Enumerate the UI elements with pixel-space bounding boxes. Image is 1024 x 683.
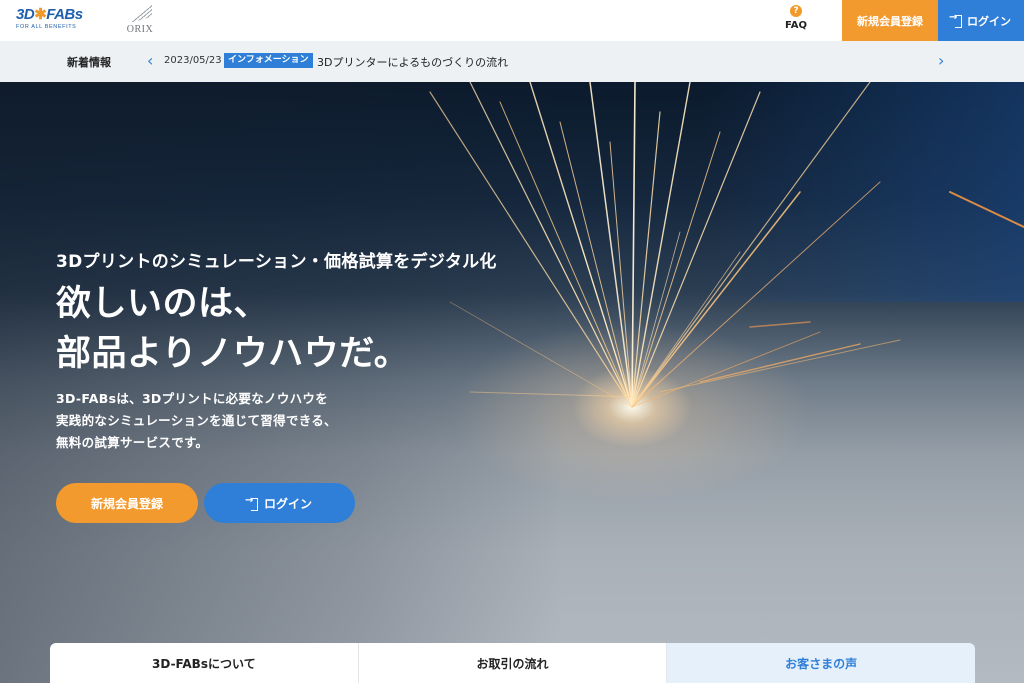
- login-icon: [245, 495, 258, 511]
- tab-voices[interactable]: お客さまの声: [667, 643, 975, 683]
- hero-subtitle: 3Dプリントのシミュレーション・価格試算をデジタル化: [56, 252, 497, 272]
- hero-description: 3D-FABsは、3Dプリントに必要なノウハウを 実践的なシミュレーションを通じ…: [56, 388, 337, 454]
- logo-tagline: FOR ALL BENEFITS: [16, 24, 77, 30]
- orix-mark-icon: [128, 4, 152, 22]
- orix-wordmark: ORIX: [126, 24, 154, 35]
- header-login-button[interactable]: ログイン: [938, 0, 1024, 41]
- hero-desc-line2: 実践的なシミュレーションを通じて習得できる、: [56, 413, 337, 428]
- header-login-label: ログイン: [967, 14, 1011, 28]
- news-date: 2023/05/23: [164, 55, 222, 66]
- chevron-left-icon[interactable]: ‹: [147, 53, 157, 69]
- logo-orix: ORIX: [125, 4, 155, 38]
- hero-title: 欲しいのは、 部品よりノウハウだ。: [56, 279, 409, 379]
- hero-register-button[interactable]: 新規会員登録: [56, 483, 198, 523]
- news-title: 新着情報: [67, 56, 111, 69]
- hero-section: 3Dプリントのシミュレーション・価格試算をデジタル化 欲しいのは、 部品よりノウ…: [0, 82, 1024, 683]
- news-headline-link[interactable]: 3Dプリンターによるものづくりの流れ: [317, 54, 508, 70]
- tab-flow[interactable]: お取引の流れ: [358, 643, 668, 683]
- hero-overlay: [0, 82, 1024, 683]
- logo-3dfabs[interactable]: 3D✱FABs FOR ALL BENEFITS: [16, 7, 116, 35]
- hero-title-line1: 欲しいのは、: [56, 284, 270, 324]
- news-bar: 新着情報 ‹ 2023/05/23 インフォメーション 3Dプリンターによるもの…: [0, 41, 1024, 82]
- header-register-button[interactable]: 新規会員登録: [842, 0, 938, 41]
- news-category-badge: インフォメーション: [224, 53, 313, 68]
- section-tabs: 3D-FABsについて お取引の流れ お客さまの声: [50, 643, 975, 683]
- hero-login-label: ログイン: [263, 496, 312, 511]
- chevron-right-icon[interactable]: ›: [938, 53, 948, 69]
- logo-wordmark: 3D✱FABs: [16, 6, 83, 23]
- faq-link[interactable]: ? FAQ: [776, 4, 816, 38]
- hero-desc-line3: 無料の試算サービスです。: [56, 435, 209, 450]
- hero-desc-line1: 3D-FABsは、3Dプリントに必要なノウハウを: [56, 391, 329, 406]
- site-header: 3D✱FABs FOR ALL BENEFITS ORIX ? FAQ 新規会員…: [0, 0, 1024, 41]
- tab-about[interactable]: 3D-FABsについて: [50, 643, 359, 683]
- question-icon: ?: [790, 5, 802, 17]
- hero-login-button[interactable]: ログイン: [204, 483, 355, 523]
- login-icon: [949, 12, 962, 28]
- hero-title-line2: 部品よりノウハウだ。: [56, 334, 410, 374]
- faq-label: FAQ: [785, 20, 807, 31]
